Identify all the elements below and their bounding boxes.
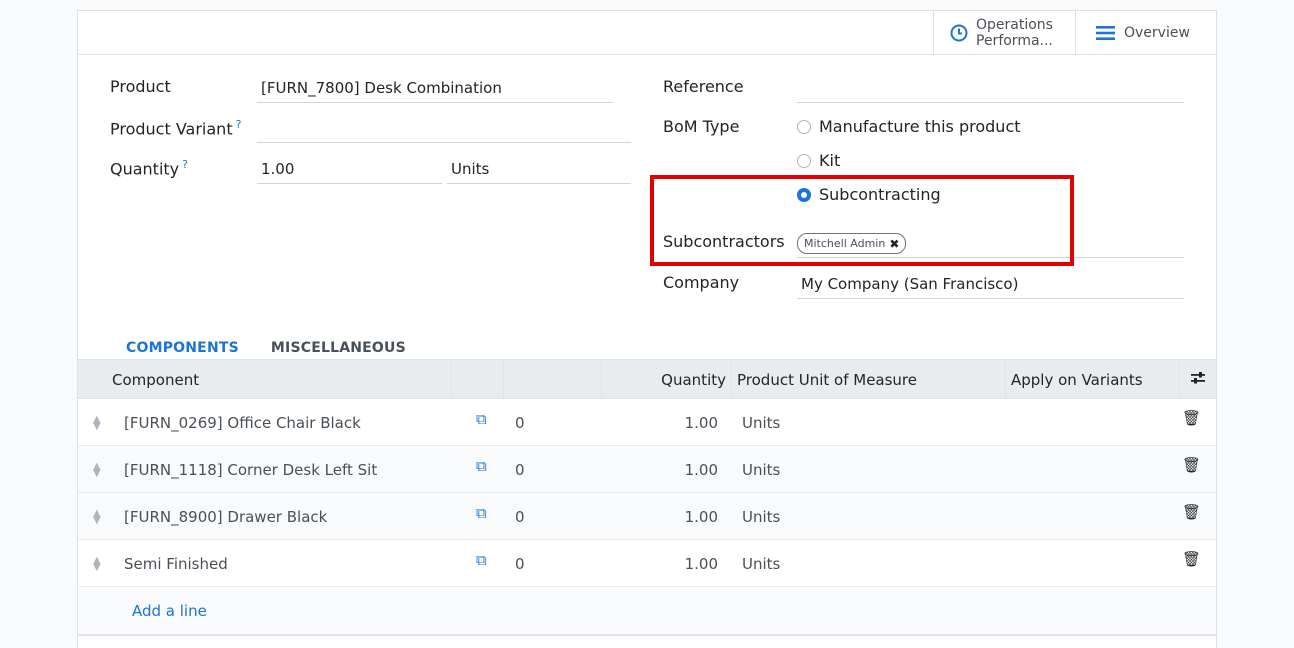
bom-type-kit-label: Kit bbox=[819, 151, 841, 170]
remove-tag-icon[interactable]: ✖ bbox=[889, 237, 899, 251]
trash-icon[interactable]: 🗑 bbox=[1182, 488, 1201, 535]
row-uom[interactable]: Units bbox=[742, 399, 780, 446]
form-sheet: Operations Performa... Overview Product … bbox=[77, 10, 1217, 648]
header-component[interactable]: Component bbox=[107, 360, 451, 400]
bom-type-label: BoM Type bbox=[663, 117, 740, 136]
header-apply-variants[interactable]: Apply on Variants bbox=[1005, 360, 1179, 400]
bom-type-subcontracting-option[interactable]: Subcontracting bbox=[797, 185, 941, 204]
drag-handle-icon[interactable]: ▲ ▼ bbox=[93, 446, 101, 493]
table-row[interactable]: ▲ ▼ [FURN_8900] Drawer Black ⧉ 0 1.00 Uni… bbox=[78, 493, 1216, 540]
row-count: 0 bbox=[515, 507, 525, 526]
row-uom[interactable]: Units bbox=[742, 540, 780, 587]
row-component: Semi Finished bbox=[124, 554, 228, 573]
copy-icon[interactable]: ⧉ bbox=[476, 489, 487, 536]
reference-label: Reference bbox=[663, 77, 744, 96]
quantity-label-group: Quantity? bbox=[110, 158, 188, 178]
button-box: Operations Performa... Overview bbox=[78, 11, 1216, 55]
bom-type-manufacture-label: Manufacture this product bbox=[819, 117, 1021, 136]
subcontractors-field[interactable]: Mitchell Admin ✖ bbox=[797, 227, 1184, 258]
overview-label: Overview bbox=[1124, 25, 1190, 41]
subcontractors-label: Subcontractors bbox=[663, 232, 785, 251]
row-component: [FURN_8900] Drawer Black bbox=[124, 507, 328, 526]
hamburger-menu-icon bbox=[1096, 25, 1116, 41]
product-variant-label: Product Variant bbox=[110, 119, 233, 139]
trash-icon[interactable]: 🗑 bbox=[1182, 441, 1201, 488]
company-field[interactable]: My Company (San Francisco) bbox=[797, 269, 1184, 299]
row-quantity[interactable]: 1.00 bbox=[601, 540, 718, 587]
subcontractor-tag: Mitchell Admin ✖ bbox=[797, 233, 907, 254]
drag-handle-icon[interactable]: ▲ ▼ bbox=[93, 540, 101, 587]
row-component: [FURN_0269] Office Chair Black bbox=[124, 413, 361, 432]
product-variant-field[interactable] bbox=[257, 113, 631, 143]
row-quantity[interactable]: 1.00 bbox=[601, 399, 718, 446]
row-count: 0 bbox=[515, 460, 525, 479]
header-quantity[interactable]: Quantity bbox=[601, 360, 731, 400]
bom-type-kit-option[interactable]: Kit bbox=[797, 151, 840, 170]
radio-checked-icon bbox=[797, 187, 811, 202]
company-label: Company bbox=[663, 273, 740, 292]
uom-field[interactable]: Units bbox=[447, 154, 631, 184]
table-row[interactable]: ▲ ▼ [FURN_1118] Corner Desk Left Sit ⧉ 0 … bbox=[78, 446, 1216, 493]
copy-icon[interactable]: ⧉ bbox=[476, 536, 487, 583]
product-variant-label-group: Product Variant? bbox=[110, 118, 241, 138]
trash-icon[interactable]: 🗑 bbox=[1182, 535, 1201, 582]
add-a-line-link[interactable]: Add a line bbox=[132, 602, 207, 620]
quantity-label: Quantity bbox=[110, 159, 180, 179]
row-count: 0 bbox=[515, 413, 525, 432]
header-uom[interactable]: Product Unit of Measure bbox=[731, 360, 1005, 400]
drag-handle-icon[interactable]: ▲ ▼ bbox=[93, 399, 101, 446]
row-uom[interactable]: Units bbox=[742, 446, 780, 493]
row-quantity[interactable]: 1.00 bbox=[601, 446, 718, 493]
row-quantity[interactable]: 1.00 bbox=[601, 493, 718, 540]
trash-icon[interactable]: 🗑 bbox=[1182, 394, 1201, 441]
variant-help-icon[interactable]: ? bbox=[236, 118, 242, 131]
reference-field[interactable] bbox=[797, 73, 1184, 103]
clock-icon bbox=[950, 24, 968, 42]
overview-button[interactable]: Overview bbox=[1075, 11, 1217, 55]
row-uom[interactable]: Units bbox=[742, 493, 780, 540]
components-table-header: Component Quantity Product Unit of Measu… bbox=[78, 359, 1216, 400]
product-field[interactable]: [FURN_7800] Desk Combination bbox=[257, 73, 613, 103]
copy-icon[interactable]: ⧉ bbox=[476, 395, 487, 442]
product-label: Product bbox=[110, 77, 171, 96]
radio-unchecked-icon bbox=[797, 153, 811, 168]
bom-type-manufacture-option[interactable]: Manufacture this product bbox=[797, 117, 1021, 136]
header-copy-column bbox=[451, 360, 503, 400]
operations-label-line2: Performa... bbox=[976, 33, 1053, 49]
drag-handle-icon[interactable]: ▲ ▼ bbox=[93, 493, 101, 540]
copy-icon[interactable]: ⧉ bbox=[476, 442, 487, 489]
table-row[interactable]: ▲ ▼ Semi Finished ⧉ 0 1.00 Units 🗑 bbox=[78, 540, 1216, 587]
add-line-row: Add a line bbox=[78, 588, 1216, 636]
table-row[interactable]: ▲ ▼ [FURN_0269] Office Chair Black ⧉ 0 1.… bbox=[78, 399, 1216, 446]
quantity-field[interactable]: 1.00 bbox=[257, 154, 442, 184]
operations-label-line1: Operations bbox=[976, 17, 1053, 33]
row-count: 0 bbox=[515, 554, 525, 573]
row-component: [FURN_1118] Corner Desk Left Sit bbox=[124, 460, 378, 479]
header-empty-column bbox=[503, 360, 601, 400]
radio-unchecked-icon bbox=[797, 119, 811, 134]
operations-performance-button[interactable]: Operations Performa... bbox=[933, 11, 1075, 55]
settings-sliders-icon bbox=[1190, 371, 1206, 389]
quantity-help-icon[interactable]: ? bbox=[182, 158, 188, 171]
subcontractor-tag-label: Mitchell Admin bbox=[804, 237, 886, 250]
bom-type-subcontracting-label: Subcontracting bbox=[819, 185, 941, 204]
